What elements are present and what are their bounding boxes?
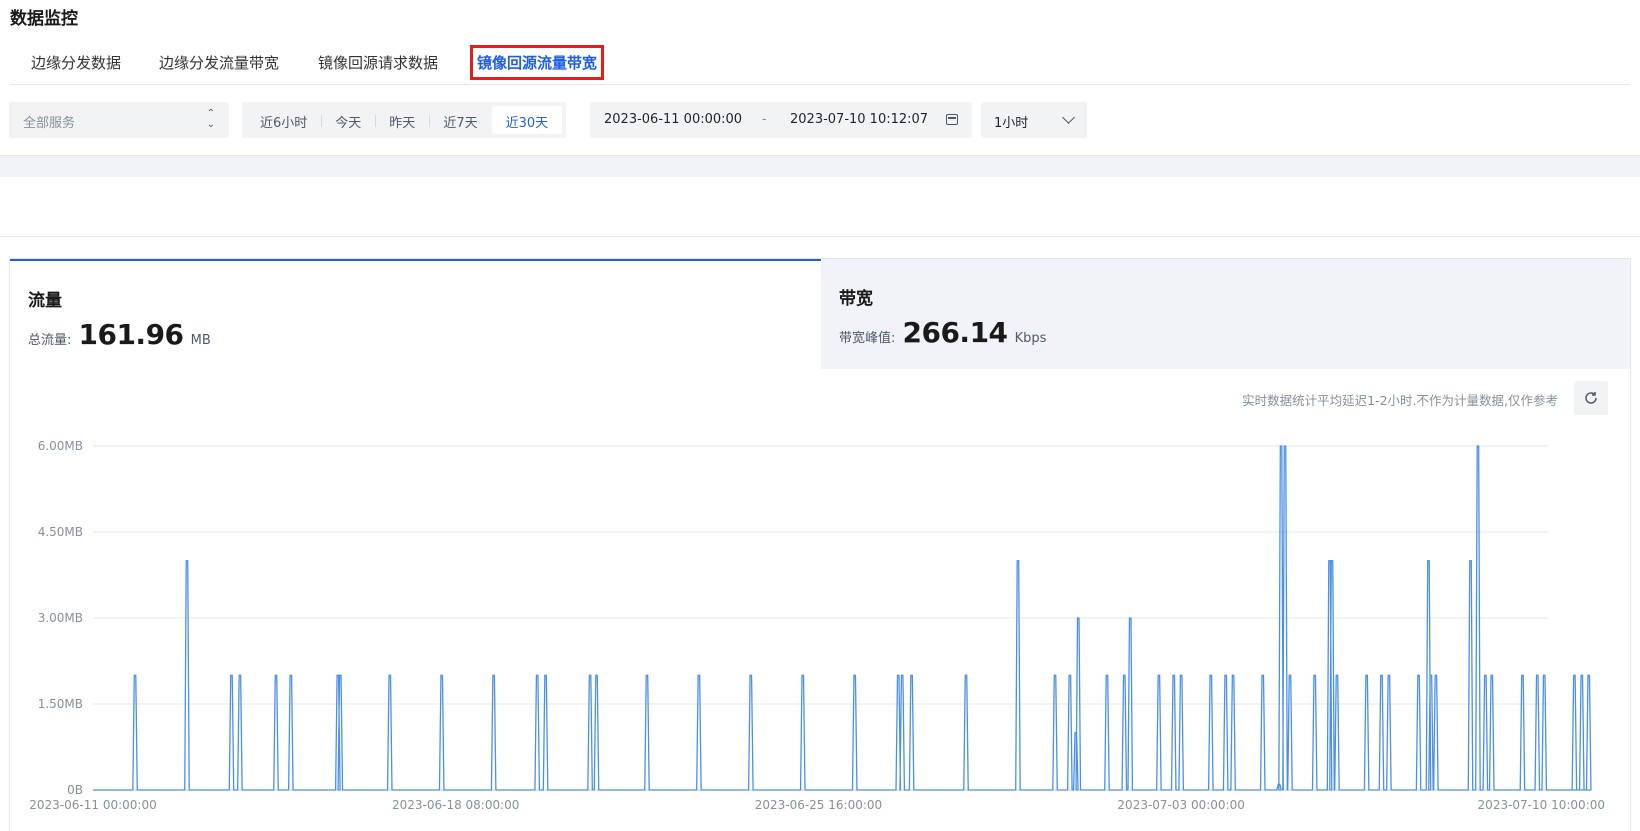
tab-edge-distribution-data[interactable]: 边缘分发数据: [31, 52, 121, 73]
divider: [0, 236, 1640, 237]
x-tick-label: 2023-07-10 10:00:00: [1478, 798, 1605, 812]
y-tick-label: 0B: [67, 783, 83, 797]
service-select[interactable]: 全部服务 ⌃ ⌄: [9, 102, 229, 138]
tab-bar: 边缘分发数据 边缘分发流量带宽 镜像回源请求数据 镜像回源流量带宽: [10, 45, 1630, 85]
page-title: 数据监控: [10, 9, 78, 29]
filter-toolbar: 全部服务 ⌃ ⌄ 近6小时 今天 昨天 近7天 近30天 2023-06-11 0…: [9, 102, 1640, 138]
interval-select[interactable]: 1小时: [981, 102, 1087, 138]
tab-mirror-origin-bandwidth[interactable]: 镜像回源流量带宽: [470, 45, 605, 80]
service-select-placeholder: 全部服务: [23, 116, 76, 131]
x-tick-label: 2023-06-25 16:00:00: [755, 798, 882, 812]
y-tick-label: 4.50MB: [38, 525, 83, 539]
tab-edge-distribution-bandwidth[interactable]: 边缘分发流量带宽: [159, 52, 279, 73]
date-start[interactable]: 2023-06-11 00:00:00: [604, 112, 742, 127]
date-end[interactable]: 2023-07-10 10:12:07: [790, 112, 928, 127]
date-separator: -: [762, 112, 767, 127]
range-last-30d[interactable]: 近30天: [491, 106, 563, 134]
calendar-icon[interactable]: [946, 114, 958, 125]
x-tick-label: 2023-06-11 00:00:00: [29, 798, 156, 812]
range-yesterday[interactable]: 昨天: [375, 106, 429, 134]
range-today[interactable]: 今天: [321, 106, 375, 134]
y-tick-label: 1.50MB: [38, 697, 83, 711]
range-last-6h[interactable]: 近6小时: [246, 106, 321, 134]
date-range-picker[interactable]: 2023-06-11 00:00:00 - 2023-07-10 10:12:0…: [590, 102, 972, 138]
traffic-line-chart[interactable]: 0B 1.50MB 3.00MB 4.50MB 6.00MB 2023-06-11 00:…: [10, 259, 1630, 831]
range-last-7d[interactable]: 近7天: [429, 106, 491, 134]
traffic-bandwidth-panel: 流量 总流量: 161.96 MB 带宽 带宽峰值: 266.14 Kbps 实…: [9, 258, 1631, 831]
section-separator: [0, 155, 1640, 177]
interval-value: 1小时: [994, 116, 1029, 131]
y-tick-label: 3.00MB: [38, 611, 83, 625]
x-tick-label: 2023-07-03 00:00:00: [1117, 798, 1244, 812]
tab-mirror-origin-requests[interactable]: 镜像回源请求数据: [318, 52, 438, 73]
y-tick-label: 6.00MB: [38, 439, 83, 453]
time-range-group: 近6小时 今天 昨天 近7天 近30天: [242, 102, 567, 138]
x-tick-label: 2023-06-18 08:00:00: [392, 798, 519, 812]
sort-arrows-icon: ⌃ ⌄: [206, 108, 215, 130]
chevron-down-icon: [1062, 111, 1075, 124]
